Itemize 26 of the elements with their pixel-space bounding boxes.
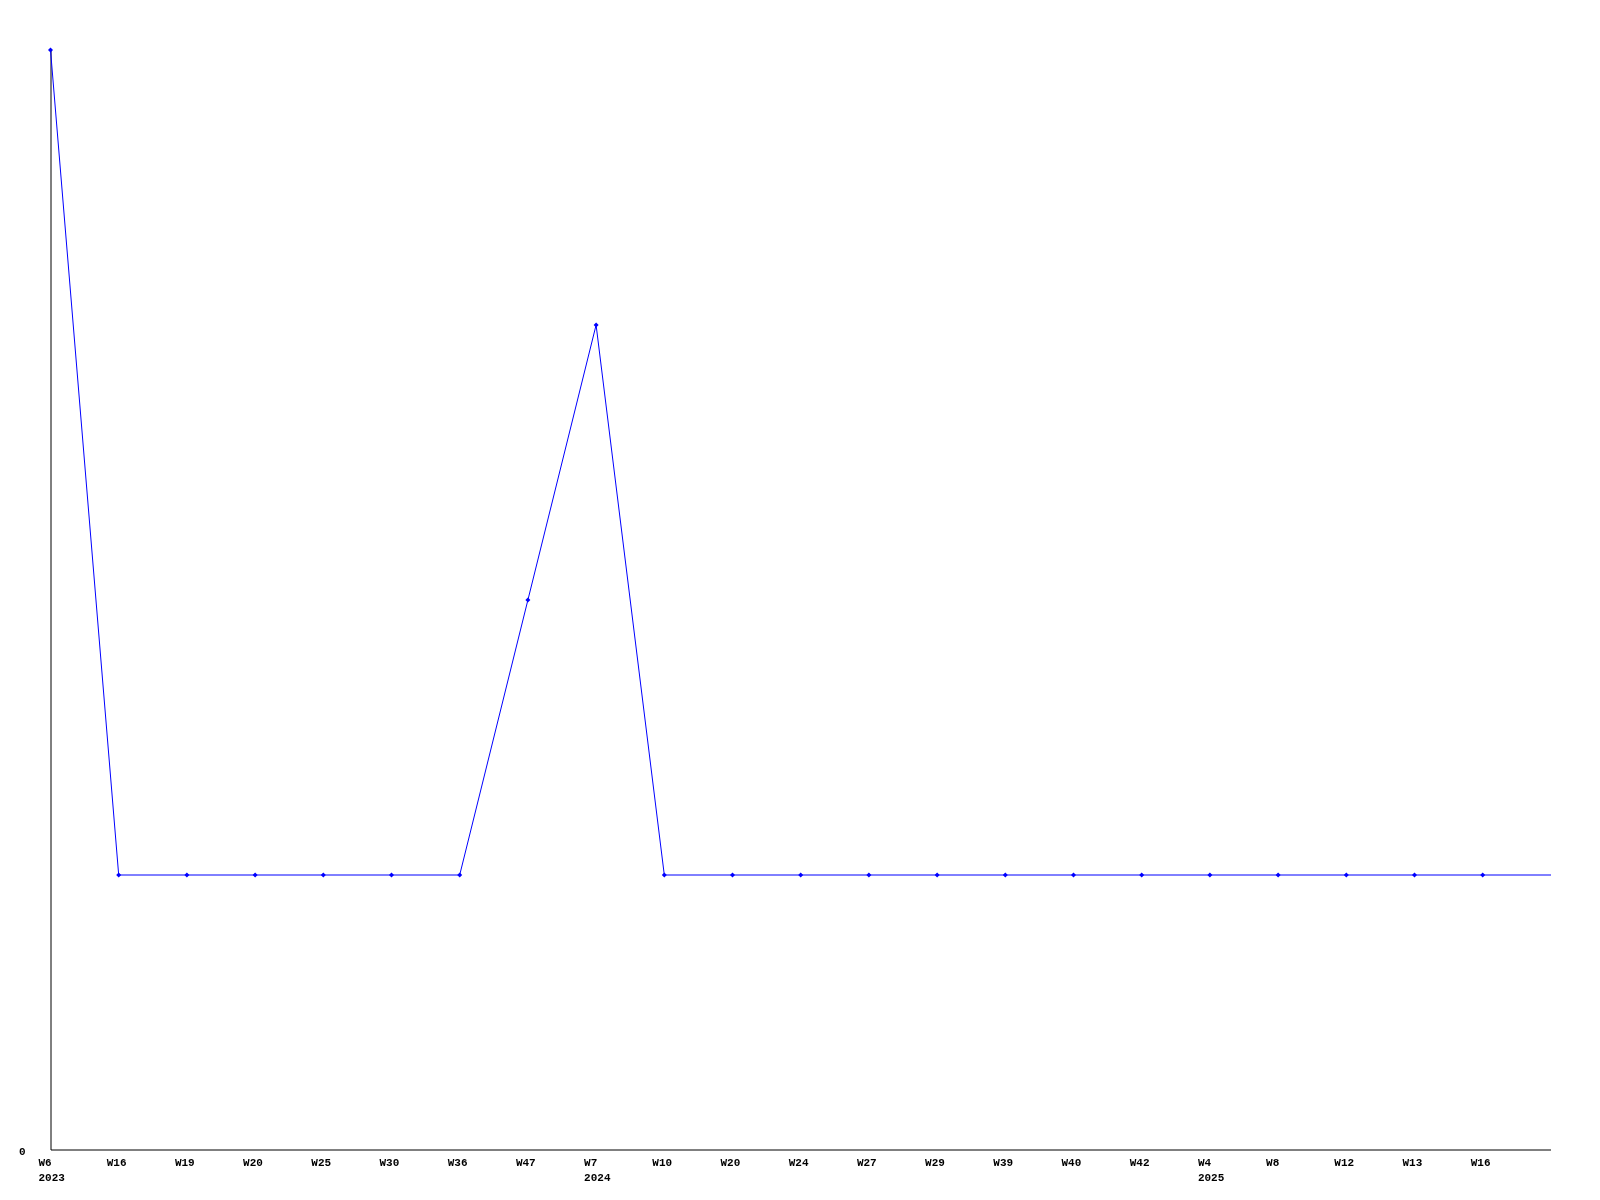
x-tick-label: W42 (1129, 1157, 1150, 1169)
x-tick-label: W40 (1061, 1157, 1082, 1169)
year-label: 2024 (584, 1172, 611, 1184)
x-tick-label: W12 (1334, 1157, 1355, 1169)
x-tick-label: W39 (993, 1157, 1014, 1169)
x-tick-label: W25 (311, 1157, 332, 1169)
x-tick-label: W20 (720, 1157, 741, 1169)
x-tick-label: W8 (1266, 1157, 1280, 1169)
x-tick-label: W47 (515, 1157, 536, 1169)
x-tick-label: W16 (1470, 1157, 1491, 1169)
x-tick-label: W10 (652, 1157, 673, 1169)
x-tick-label: W36 (447, 1157, 468, 1169)
x-tick-label: W16 (106, 1157, 127, 1169)
x-tick-label: W7 (584, 1157, 598, 1169)
x-tick-label: W29 (925, 1157, 945, 1169)
year-label: 2023 (38, 1172, 65, 1184)
x-tick-label: W24 (788, 1157, 809, 1169)
x-tick-label: W20 (243, 1157, 263, 1169)
x-tick-label: W30 (379, 1157, 400, 1169)
x-tick-label: W27 (856, 1157, 877, 1169)
y-tick-label: 0 (19, 1146, 26, 1158)
x-tick-label: W19 (174, 1157, 195, 1169)
x-tick-label: W13 (1402, 1157, 1423, 1169)
x-tick-label: W4 (1197, 1157, 1212, 1169)
year-label: 2025 (1197, 1172, 1225, 1184)
x-tick-label: W6 (38, 1157, 52, 1169)
